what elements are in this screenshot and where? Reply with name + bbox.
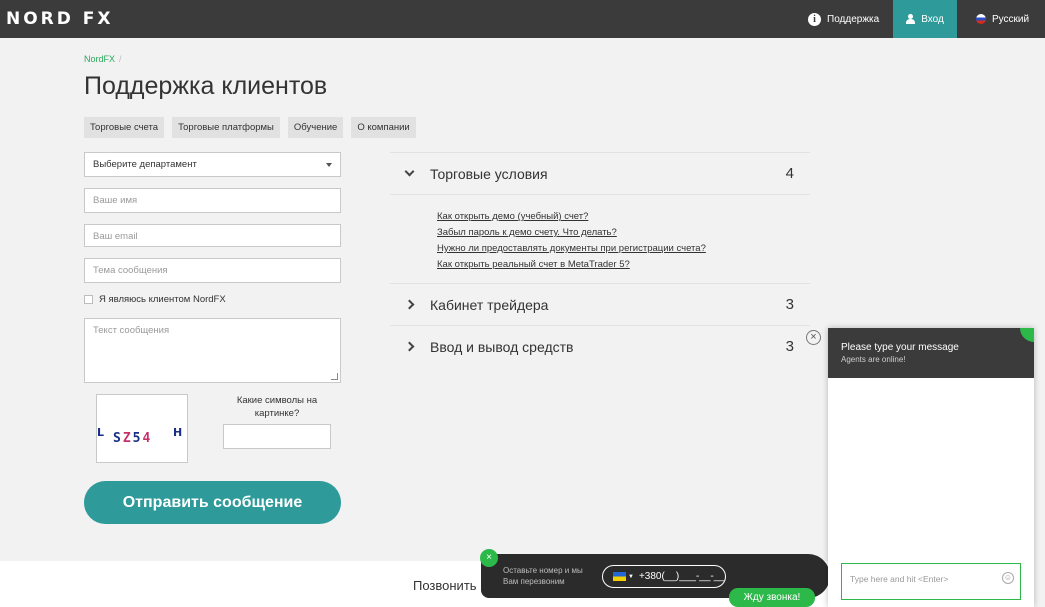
support-label: Поддержка	[827, 13, 880, 25]
captcha-chars: SZ54	[113, 431, 152, 446]
russia-flag-icon	[976, 14, 986, 24]
faq-section: Ввод и вывод средств 3	[390, 325, 810, 367]
callback-prompt: Оставьте номер и мы Вам перезвоним	[503, 566, 583, 586]
captcha-char: H	[173, 426, 183, 439]
faq-section-header[interactable]: Ввод и вывод средств	[390, 326, 810, 367]
user-icon	[906, 14, 916, 24]
client-checkbox[interactable]	[84, 295, 93, 304]
chat-message-input[interactable]: Type here and hit <Enter> ☺	[841, 563, 1021, 600]
email-input[interactable]: Ваш email	[84, 224, 341, 247]
callback-label[interactable]: Позвонить	[413, 578, 477, 593]
message-textarea[interactable]: Текст сообщения	[84, 318, 341, 383]
client-checkbox-row[interactable]: Я являюсь клиентом NordFX	[84, 294, 226, 305]
faq-link-list: Как открыть демо (учебный) счет? Забыл п…	[390, 194, 810, 283]
resize-handle-icon[interactable]	[331, 373, 338, 380]
captcha-char: S	[113, 431, 123, 446]
faq-section-title: Ввод и вывод средств	[430, 338, 574, 355]
captcha-image: L SZ54 H	[96, 394, 188, 463]
language-label: Русский	[992, 13, 1030, 25]
faq-link[interactable]: Как открыть реальный счет в MetaTrader 5…	[437, 257, 810, 273]
caret-down-icon: ▼	[628, 573, 634, 580]
department-select-value: Выберите департамент	[93, 159, 197, 170]
faq-accordion: Торговые условия 4 Как открыть демо (уче…	[390, 152, 810, 367]
close-icon[interactable]: ×	[806, 330, 821, 345]
request-call-button[interactable]: Жду звонка!	[729, 588, 815, 607]
login-label: Вход	[921, 13, 944, 25]
faq-link[interactable]: Забыл пароль к демо счету. Что делать?	[437, 225, 810, 241]
chat-title: Please type your message	[841, 342, 959, 353]
login-button[interactable]: Вход	[893, 0, 957, 38]
name-input[interactable]: Ваше имя	[84, 188, 341, 213]
captcha-char: 4	[142, 431, 153, 446]
subject-input[interactable]: Тема сообщения	[84, 258, 341, 283]
chat-header[interactable]: Please type your message Agents are onli…	[828, 328, 1034, 378]
faq-section-title: Торговые условия	[430, 165, 548, 182]
captcha-char: Z	[122, 431, 133, 446]
chevron-right-icon	[404, 299, 415, 310]
ukraine-flag-icon[interactable]	[613, 572, 626, 581]
faq-section: Кабинет трейдера 3	[390, 283, 810, 325]
captcha-question: Какие символы на картинке?	[236, 395, 318, 419]
category-tabs: Торговые счета Торговые платформы Обучен…	[84, 117, 416, 138]
faq-section: Торговые условия 4 Как открыть демо (уче…	[390, 152, 810, 283]
breadcrumb-home[interactable]: NordFX	[84, 54, 115, 64]
caret-down-icon	[326, 163, 332, 167]
message-placeholder: Текст сообщения	[93, 325, 170, 336]
phone-input[interactable]: ▼ +380(__)___-__-__	[602, 565, 726, 588]
chevron-right-icon	[404, 341, 415, 352]
emoji-icon[interactable]: ☺	[1002, 572, 1014, 584]
captcha-char: L	[97, 426, 105, 439]
tab-education[interactable]: Обучение	[287, 117, 344, 138]
support-link[interactable]: i Поддержка	[808, 0, 879, 38]
phone-mask: +380(__)___-__-__	[638, 571, 725, 582]
close-icon[interactable]: ×	[480, 549, 498, 567]
department-select[interactable]: Выберите департамент	[84, 152, 341, 177]
breadcrumb-separator: /	[119, 54, 122, 64]
send-message-button[interactable]: Отправить сообщение	[84, 481, 341, 524]
faq-link[interactable]: Как открыть демо (учебный) счет?	[437, 209, 810, 225]
client-checkbox-label: Я являюсь клиентом NordFX	[99, 294, 226, 305]
top-navbar: NORD FX i Поддержка Вход Русский	[0, 0, 1045, 38]
faq-section-header[interactable]: Кабинет трейдера	[390, 284, 810, 325]
chat-input-placeholder: Type here and hit <Enter>	[850, 574, 949, 584]
breadcrumb: NordFX /	[84, 54, 122, 64]
language-selector[interactable]: Русский	[976, 0, 1029, 38]
faq-link[interactable]: Нужно ли предоставлять документы при рег…	[437, 241, 810, 257]
tab-trading-platforms[interactable]: Торговые платформы	[172, 117, 280, 138]
faq-section-count: 3	[785, 296, 794, 313]
captcha-input[interactable]	[223, 424, 331, 449]
logo[interactable]: NORD FX	[6, 9, 114, 29]
chevron-down-icon	[404, 166, 415, 177]
chat-widget: Please type your message Agents are onli…	[828, 328, 1034, 607]
chat-status: Agents are online!	[841, 355, 906, 364]
faq-section-title: Кабинет трейдера	[430, 296, 549, 313]
faq-section-count: 4	[785, 165, 794, 182]
page-title: Поддержка клиентов	[84, 72, 328, 100]
tab-trading-accounts[interactable]: Торговые счета	[84, 117, 165, 138]
info-icon: i	[808, 12, 821, 26]
faq-section-header[interactable]: Торговые условия	[390, 153, 810, 194]
faq-section-count: 3	[785, 338, 794, 355]
captcha-char: 5	[132, 431, 143, 446]
tab-about-company[interactable]: О компании	[351, 117, 416, 138]
